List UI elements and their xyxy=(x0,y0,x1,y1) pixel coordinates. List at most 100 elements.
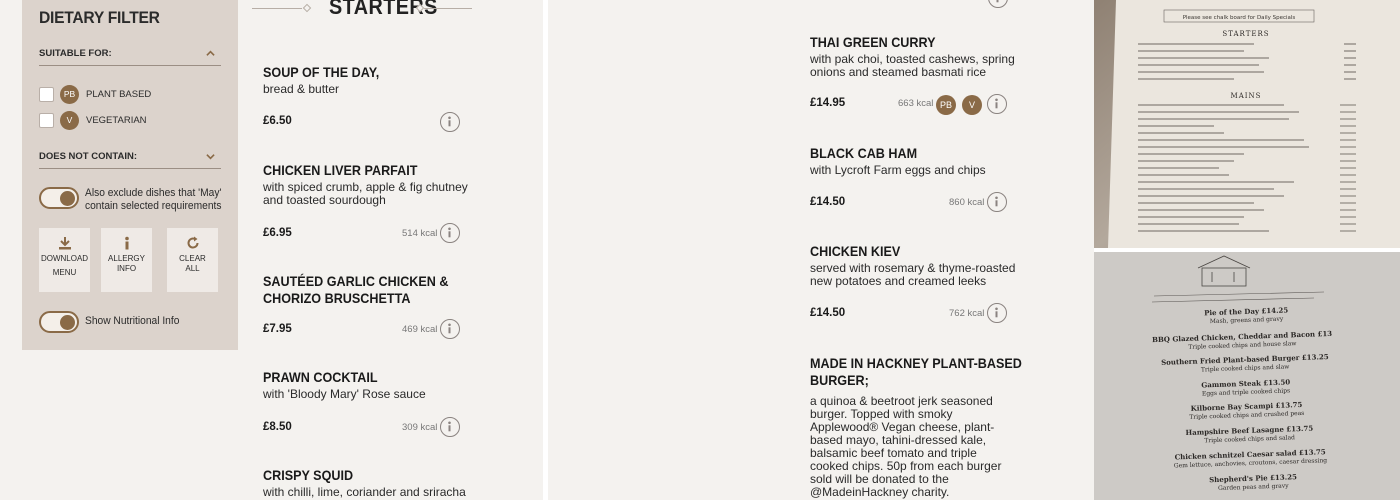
exclude-toggle-label-2: contain selected requirements xyxy=(85,200,222,212)
dish-description: a quinoa & beetroot jerk seasoned burger… xyxy=(810,395,1070,499)
info-icon xyxy=(995,98,998,109)
clear-all-button[interactable]: CLEAR ALL xyxy=(167,228,218,292)
option-vegetarian[interactable]: V VEGETARIAN xyxy=(39,111,219,131)
exclude-may-contain-toggle[interactable] xyxy=(39,187,79,209)
dish-price: £8.50 xyxy=(263,421,292,433)
plant-based-label: PLANT BASED xyxy=(86,89,152,100)
does-not-contain-header[interactable]: DOES NOT CONTAIN: xyxy=(39,149,221,169)
dish-desc-line: burger. Topped with smoky xyxy=(810,407,953,421)
dish-description: with spiced crumb, apple & fig chutney an… xyxy=(263,181,523,207)
dish-description: with chilli, lime, coriander and srirach… xyxy=(263,485,466,499)
allergy-info-button[interactable]: ALLERGY INFO xyxy=(101,228,152,292)
info-button[interactable] xyxy=(988,0,1008,8)
dish-price: £6.95 xyxy=(263,227,292,239)
dish-kcal: 469 kcal xyxy=(402,324,438,335)
dish-name-line-2: CHORIZO BRUSCHETTA xyxy=(263,290,411,306)
suitable-for-label: SUITABLE FOR: xyxy=(39,48,112,59)
dish-desc-line: @MadeinHackney charity. xyxy=(810,485,950,499)
dish-desc-line: with spiced crumb, apple & fig chutney xyxy=(263,180,468,194)
info-icon xyxy=(448,116,451,127)
vegetarian-badge: V xyxy=(60,111,79,130)
allergy-label-2: INFO xyxy=(116,264,137,273)
exclude-toggle-label-1: Also exclude dishes that 'May' xyxy=(85,187,222,199)
download-label-1: DOWNLOAD xyxy=(40,254,89,263)
dish-desc-line: a quinoa & beetroot jerk seasoned xyxy=(810,394,993,408)
dish-name: BLACK CAB HAM xyxy=(810,145,918,161)
info-button[interactable] xyxy=(440,112,460,132)
dish-desc-line: sold will be donated to the xyxy=(810,472,949,486)
nutrition-toggle-label: Show Nutritional Info xyxy=(85,315,180,327)
option-plant-based[interactable]: PB PLANT BASED xyxy=(39,85,219,105)
plant-based-checkbox[interactable] xyxy=(39,87,54,102)
info-icon xyxy=(448,421,451,432)
photo-mains-heading: MAINS xyxy=(1231,92,1262,100)
plant-based-badge: PB xyxy=(60,85,79,104)
download-menu-button[interactable]: DOWNLOAD MENU xyxy=(39,228,90,292)
dish-name: CHICKEN LIVER PARFAIT xyxy=(263,162,418,178)
info-icon xyxy=(448,323,451,334)
info-button[interactable] xyxy=(987,303,1007,323)
info-icon xyxy=(124,236,129,250)
filter-title: DIETARY FILTER xyxy=(39,8,160,27)
dish-name: CHICKEN KIEV xyxy=(810,243,901,259)
vegetarian-badge: V xyxy=(962,95,982,115)
nutrition-info-toggle[interactable] xyxy=(39,311,79,333)
dish-desc-line: cooked chips. 50p from each burger xyxy=(810,459,1002,473)
clear-label-1: CLEAR xyxy=(179,254,206,263)
dish-name-line-1: MADE IN HACKNEY PLANT-BASED xyxy=(810,355,1022,371)
dish-kcal: 514 kcal xyxy=(402,228,438,239)
dish-desc-line: onions and steamed basmati rice xyxy=(810,65,987,79)
dish-prawn-cocktail: PRAWN COCKTAIL with 'Bloody Mary' Rose s… xyxy=(263,369,523,439)
printed-menu-photo: Please see chalk board for Daily Special… xyxy=(1094,0,1400,248)
dish-desc-line: served with rosemary & thyme-roasted xyxy=(810,261,1016,275)
menu-photo-2[interactable]: Pie of the Day £14.25 Mash, greens and g… xyxy=(1094,252,1400,500)
photo-starters-heading: STARTERS xyxy=(1222,30,1269,38)
dish-price: £14.50 xyxy=(810,307,846,319)
dish-desc-line: with pak choi, toasted cashews, spring xyxy=(810,52,1015,66)
info-icon xyxy=(995,307,998,318)
dish-description: with pak choi, toasted cashews, spring on… xyxy=(810,53,1070,79)
dish-kcal: 663 kcal xyxy=(898,98,934,109)
dish-chicken-kiev: CHICKEN KIEV served with rosemary & thym… xyxy=(810,243,1070,327)
dish-name: PRAWN COCKTAIL xyxy=(263,369,378,385)
plant-based-badge: PB xyxy=(936,95,956,115)
dish-soup-of-the-day: SOUP OF THE DAY, bread & butter £6.50 xyxy=(263,64,523,134)
dish-description: with Lycroft Farm eggs and chips xyxy=(810,163,986,177)
dish-made-in-hackney-burger: MADE IN HACKNEY PLANT-BASED BURGER; a qu… xyxy=(810,355,1070,500)
dietary-filter-panel: DIETARY FILTER SUITABLE FOR: PB PLANT BA… xyxy=(22,0,238,350)
chalkboard-menu-photo: Pie of the Day £14.25 Mash, greens and g… xyxy=(1094,252,1400,500)
download-label-2: MENU xyxy=(52,268,77,277)
vegetarian-checkbox[interactable] xyxy=(39,113,54,128)
info-icon xyxy=(995,196,998,207)
dish-kcal: 762 kcal xyxy=(949,308,985,319)
clear-label-2: ALL xyxy=(185,264,200,273)
info-button[interactable] xyxy=(987,192,1007,212)
info-button[interactable] xyxy=(440,417,460,437)
chevron-down-icon xyxy=(206,154,215,160)
dish-name: THAI GREEN CURRY xyxy=(810,34,936,50)
info-button[interactable] xyxy=(440,319,460,339)
download-icon xyxy=(58,237,71,250)
refresh-icon xyxy=(187,236,199,249)
info-button[interactable] xyxy=(987,94,1007,114)
dish-crispy-squid: CRISPY SQUID with chilli, lime, coriande… xyxy=(263,467,523,500)
suitable-for-header[interactable]: SUITABLE FOR: xyxy=(39,46,221,66)
info-icon xyxy=(996,0,999,3)
menu-photo-1[interactable]: Please see chalk board for Daily Special… xyxy=(1094,0,1400,248)
dish-chicken-liver-parfait: CHICKEN LIVER PARFAIT with spiced crumb,… xyxy=(263,162,523,244)
info-button[interactable] xyxy=(440,223,460,243)
starters-heading: STARTERS xyxy=(252,0,502,19)
does-not-contain-label: DOES NOT CONTAIN: xyxy=(39,151,137,162)
dish-kcal: 309 kcal xyxy=(402,422,438,433)
dish-name: SOUP OF THE DAY, xyxy=(263,64,380,80)
dish-name: CRISPY SQUID xyxy=(263,467,354,483)
chevron-up-icon xyxy=(206,50,215,56)
dish-kcal: 860 kcal xyxy=(949,197,985,208)
dish-garlic-chicken-bruschetta: SAUTÉED GARLIC CHICKEN & CHORIZO BRUSCHE… xyxy=(263,273,523,343)
dish-description: served with rosemary & thyme-roasted new … xyxy=(810,262,1070,288)
heading-rule-left xyxy=(252,8,302,9)
toggle-knob xyxy=(60,315,75,330)
mains-column: THAI GREEN CURRY with pak choi, toasted … xyxy=(548,0,1090,500)
dish-desc-line: and toasted sourdough xyxy=(263,193,386,207)
dish-desc-line: Applewood® Vegan cheese, plant- xyxy=(810,420,995,434)
